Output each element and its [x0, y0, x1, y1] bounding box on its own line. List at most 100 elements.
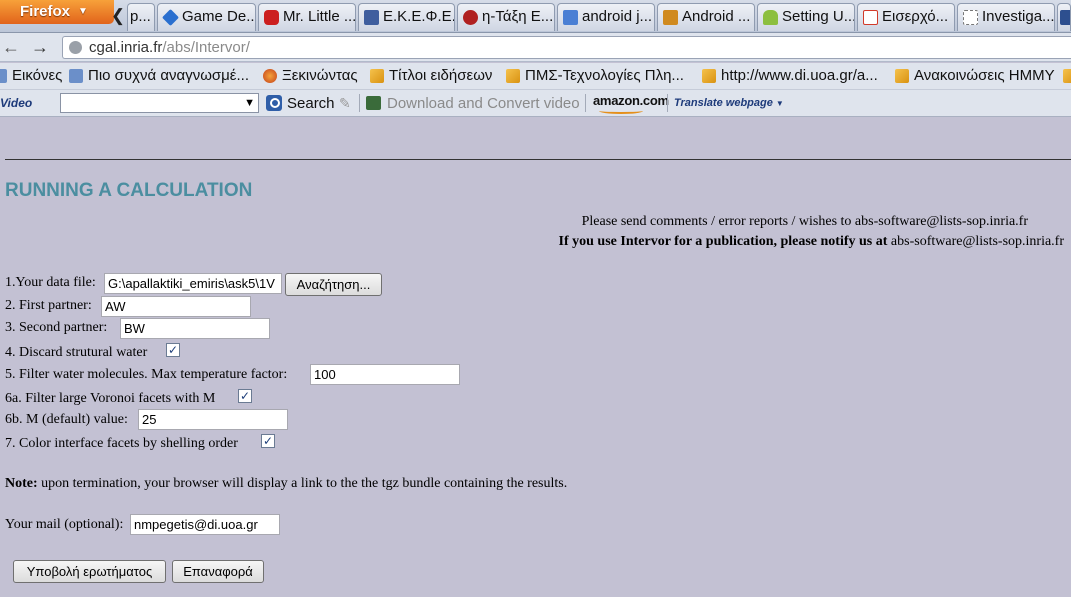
- m-value-label: 6b. M (default) value:: [5, 412, 128, 427]
- browse-button[interactable]: Αναζήτηση...: [285, 273, 382, 296]
- firefox-menu-button[interactable]: Firefox ▼: [0, 0, 114, 24]
- bookmark-getting-started[interactable]: Ξεκινώντας: [263, 67, 358, 84]
- rss-icon: [895, 69, 909, 83]
- search-icon[interactable]: [266, 95, 282, 111]
- navigation-bar: ← → cgal.inria.fr/abs/Intervor/: [0, 33, 1071, 62]
- gmail-icon: [863, 10, 878, 25]
- tab-label: Mr. Little ...: [283, 8, 356, 25]
- bookmark-label: Ανακοινώσεις ΗΜΜΥ: [914, 67, 1055, 84]
- firefox-icon: [263, 69, 277, 83]
- search-button[interactable]: Search: [287, 95, 335, 112]
- bookmark-headlines[interactable]: Τίτλοι ειδήσεων: [370, 67, 492, 84]
- tab-9[interactable]: Investiga...: [957, 3, 1055, 31]
- tab-4[interactable]: η-Τάξη Ε...: [457, 3, 555, 31]
- video-label: Video: [0, 96, 33, 110]
- bookmark-label: Πιο συχνά αναγνωσμέ...: [88, 67, 249, 84]
- tab-label: android j...: [582, 8, 653, 25]
- window-icon: [1060, 10, 1070, 25]
- rss-icon: [1063, 69, 1071, 83]
- youtube-icon: [264, 10, 279, 25]
- globe-icon: [69, 41, 82, 54]
- publication-email: abs-software@lists-sop.inria.fr: [890, 234, 1064, 249]
- bookmark-most-visited[interactable]: Πιο συχνά αναγνωσμέ...: [69, 67, 249, 84]
- ekefe-icon: [364, 10, 379, 25]
- color-facets-label: 7. Color interface facets by shelling or…: [5, 436, 238, 451]
- bookmark-icon: [0, 69, 7, 83]
- bookmark-label: Τίτλοι ειδήσεων: [389, 67, 493, 84]
- filter-water-label: 5. Filter water molecules. Max temperatu…: [5, 367, 288, 382]
- rss-icon: [702, 69, 716, 83]
- tab-2[interactable]: Mr. Little ...: [258, 3, 356, 31]
- filter-voronoi-checkbox[interactable]: ✓: [238, 389, 252, 403]
- bookmark-pms[interactable]: ΠΜΣ-Τεχνολογίες Πλη...: [506, 67, 684, 84]
- discard-water-label: 4. Discard strutural water: [5, 345, 148, 360]
- horizontal-rule: [5, 159, 1071, 160]
- bookmark-icon: [69, 69, 83, 83]
- bookmark-hmmy-announcements[interactable]: Ανακοινώσεις ΗΜΜΥ: [895, 67, 1055, 84]
- download-convert-button[interactable]: Download and Convert video: [387, 95, 580, 112]
- first-partner-input[interactable]: AW: [101, 296, 251, 317]
- amazon-button[interactable]: amazon.com: [593, 93, 669, 114]
- mail-input[interactable]: nmpegetis@di.uoa.gr: [130, 514, 280, 535]
- back-arrow-icon[interactable]: ←: [0, 35, 22, 59]
- firefox-menu-label: Firefox: [20, 3, 71, 20]
- chevron-down-icon: ▼: [78, 6, 88, 17]
- tab-1[interactable]: Game De...: [157, 3, 256, 31]
- bookmark-label: Εικόνες: [12, 67, 63, 84]
- highlighter-icon[interactable]: ✎: [339, 95, 353, 111]
- submit-button[interactable]: Υποβολή ερωτήματος: [13, 560, 166, 583]
- diamond-icon: [162, 9, 179, 26]
- publication-notice-bold: If you use Intervor for a publication, p…: [558, 234, 888, 249]
- note: Note: upon termination, your browser wil…: [5, 476, 567, 492]
- video-search-select[interactable]: ▼: [60, 93, 259, 113]
- filter-water-input[interactable]: 100: [310, 364, 460, 385]
- color-facets-checkbox[interactable]: ✓: [261, 434, 275, 448]
- tab-0[interactable]: p...: [127, 3, 155, 31]
- toolbar-separator: [585, 94, 586, 112]
- rss-icon: [506, 69, 520, 83]
- bookmark-label: Ξεκινώντας: [282, 67, 358, 84]
- translate-label: Translate webpage: [674, 97, 773, 109]
- first-partner-label: 2. First partner:: [5, 298, 92, 313]
- tab-scroll-left-button[interactable]: ❮: [110, 5, 126, 29]
- tab-3[interactable]: Ε.Κ.Ε.Φ.Ε....: [358, 3, 455, 31]
- tab-label: Setting U...: [782, 8, 855, 25]
- tab-bar: Firefox ▼ ❮ p... Game De... Mr. Little ..…: [0, 0, 1071, 33]
- dropdown-arrow-icon: ▼: [244, 97, 255, 109]
- discard-water-checkbox[interactable]: ✓: [166, 343, 180, 357]
- tab-label: Android ...: [682, 8, 751, 25]
- android-icon: [763, 10, 778, 25]
- page-title: RUNNING A CALCULATION: [5, 180, 253, 201]
- translate-webpage-button[interactable]: Translate webpage ▼: [674, 97, 784, 109]
- chevron-down-icon: ▼: [775, 99, 784, 108]
- bookmark-di-uoa[interactable]: http://www.di.uoa.gr/a...: [702, 67, 878, 84]
- tab-label: Investiga...: [982, 8, 1055, 25]
- rss-icon: [370, 69, 384, 83]
- filter-voronoi-label: 6a. Filter large Voronoi facets with M: [5, 391, 216, 406]
- stack-overflow-icon: [663, 10, 678, 25]
- tab-5[interactable]: android j...: [557, 3, 655, 31]
- toolbar-separator: [359, 94, 360, 112]
- contact-info: Please send comments / error reports / w…: [581, 214, 1028, 229]
- reset-button[interactable]: Επαναφορά: [172, 560, 264, 583]
- url-bar[interactable]: cgal.inria.fr/abs/Intervor/: [62, 36, 1071, 59]
- bookmark-label: ΠΜΣ-Τεχνολογίες Πλη...: [525, 67, 684, 84]
- download-icon: [366, 96, 381, 110]
- data-file-label: 1.Your data file:: [5, 275, 96, 290]
- tab-7[interactable]: Setting U...: [757, 3, 855, 31]
- tab-10[interactable]: [1057, 3, 1071, 31]
- etaxi-icon: [463, 10, 478, 25]
- data-file-input[interactable]: G:\apallaktiki_emiris\ask5\1V: [104, 273, 282, 294]
- tab-6[interactable]: Android ...: [657, 3, 755, 31]
- tab-label: η-Τάξη Ε...: [482, 8, 554, 25]
- forward-arrow-icon[interactable]: →: [29, 35, 51, 59]
- bookmark-images[interactable]: Εικόνες: [0, 67, 62, 84]
- publication-notice: If you use Intervor for a publication, p…: [559, 234, 1064, 250]
- bookmark-label: http://www.di.uoa.gr/a...: [721, 67, 878, 84]
- blank-page-icon: [963, 10, 978, 25]
- tab-8[interactable]: Εισερχό...: [857, 3, 955, 31]
- google-icon: [563, 10, 578, 25]
- m-value-input[interactable]: 25: [138, 409, 288, 430]
- tab-label: Ε.Κ.Ε.Φ.Ε....: [383, 8, 454, 25]
- second-partner-input[interactable]: BW: [120, 318, 270, 339]
